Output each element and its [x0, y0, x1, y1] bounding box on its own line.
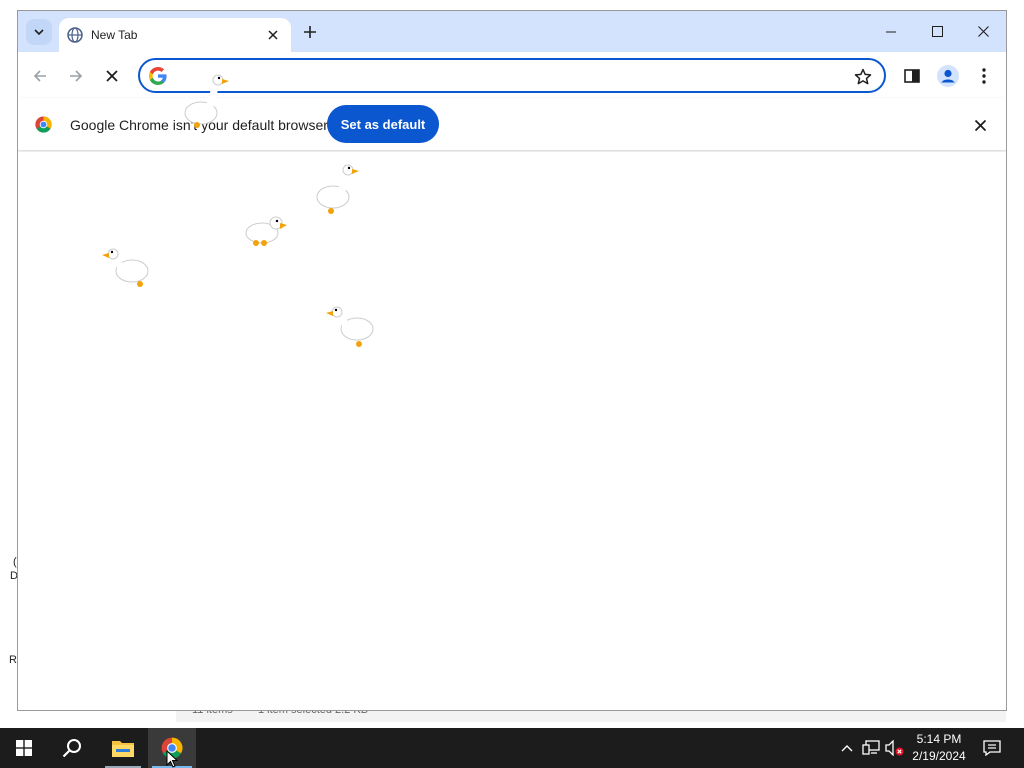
- forward-arrow-icon: [70, 70, 83, 82]
- tab-search-button[interactable]: [26, 19, 52, 45]
- network-icon: [862, 740, 880, 755]
- globe-favicon-icon: [67, 27, 83, 43]
- kebab-menu-icon: [982, 68, 986, 84]
- goose-sprite-icon: [326, 306, 374, 347]
- maximize-button[interactable]: [914, 11, 960, 52]
- goose-sprite-icon: [102, 248, 149, 287]
- action-center-button[interactable]: [982, 738, 1002, 758]
- volume-tray-button[interactable]: [885, 738, 905, 758]
- taskbar-search-button[interactable]: [48, 728, 96, 768]
- windows-start-icon: [16, 740, 32, 756]
- tab-search-icon: [34, 29, 44, 36]
- close-window-button[interactable]: [960, 11, 1006, 52]
- chrome-menu-button[interactable]: [970, 62, 998, 90]
- chrome-window: New Tab Google Chrome isn't your default…: [17, 10, 1007, 711]
- new-tab-button[interactable]: [299, 21, 321, 43]
- google-g-icon: [149, 67, 167, 85]
- tab-new-tab[interactable]: New Tab: [59, 18, 291, 52]
- desktop-icon-label-fragment[interactable]: R: [9, 654, 17, 666]
- plus-icon: [304, 26, 316, 38]
- taskbar: 5:14 PM 2/19/2024: [0, 728, 1024, 768]
- volume-muted-icon: [885, 740, 904, 756]
- tab-close-button[interactable]: [265, 27, 281, 43]
- show-hidden-icons-button[interactable]: [837, 738, 857, 758]
- clock-time: 5:14 PM: [916, 732, 962, 746]
- goose-sprite-icon: [316, 164, 359, 214]
- side-panel-icon: [904, 69, 920, 83]
- toolbar: [18, 52, 1006, 98]
- start-button[interactable]: [0, 728, 48, 768]
- tab-title: New Tab: [91, 28, 138, 42]
- chevron-up-icon: [841, 745, 853, 752]
- address-bar[interactable]: [138, 58, 886, 93]
- address-input[interactable]: [174, 65, 834, 87]
- taskbar-file-explorer[interactable]: [99, 728, 147, 768]
- network-tray-button[interactable]: [861, 738, 881, 758]
- profile-icon: [937, 65, 959, 87]
- profile-button[interactable]: [934, 62, 962, 90]
- back-arrow-icon: [33, 70, 46, 82]
- stop-loading-button[interactable]: [98, 62, 126, 90]
- default-browser-infobar: Google Chrome isn't your default browser…: [18, 98, 1006, 151]
- infobar-close-button[interactable]: [970, 115, 990, 135]
- minimize-icon: [886, 31, 896, 32]
- chrome-logo-icon: [35, 116, 52, 133]
- close-icon: [974, 119, 986, 131]
- side-panel-button[interactable]: [898, 62, 926, 90]
- page-content: [18, 152, 1006, 710]
- stop-loading-icon: [106, 70, 118, 82]
- notification-icon: [983, 740, 1001, 756]
- search-icon: [62, 739, 81, 758]
- set-as-default-button[interactable]: Set as default: [327, 105, 439, 143]
- desktop: ( D R 11 items 1 item selected 2.2 KB Ne…: [0, 0, 1024, 728]
- tab-strip: New Tab: [18, 11, 1006, 52]
- back-button[interactable]: [26, 62, 54, 90]
- clock-date: 2/19/2024: [912, 749, 966, 763]
- minimize-button[interactable]: [868, 11, 914, 52]
- mouse-cursor-icon: [166, 750, 178, 768]
- forward-button[interactable]: [62, 62, 90, 90]
- goose-sprite-icon: [245, 216, 287, 246]
- star-icon: [854, 68, 872, 85]
- close-icon: [268, 30, 278, 40]
- bookmark-star-button[interactable]: [852, 66, 874, 88]
- close-window-icon: [977, 26, 989, 37]
- file-explorer-icon: [112, 741, 134, 757]
- taskbar-clock[interactable]: 5:14 PM 2/19/2024: [904, 731, 974, 765]
- maximize-icon: [931, 26, 943, 37]
- goose-sprite-icon: [184, 74, 229, 128]
